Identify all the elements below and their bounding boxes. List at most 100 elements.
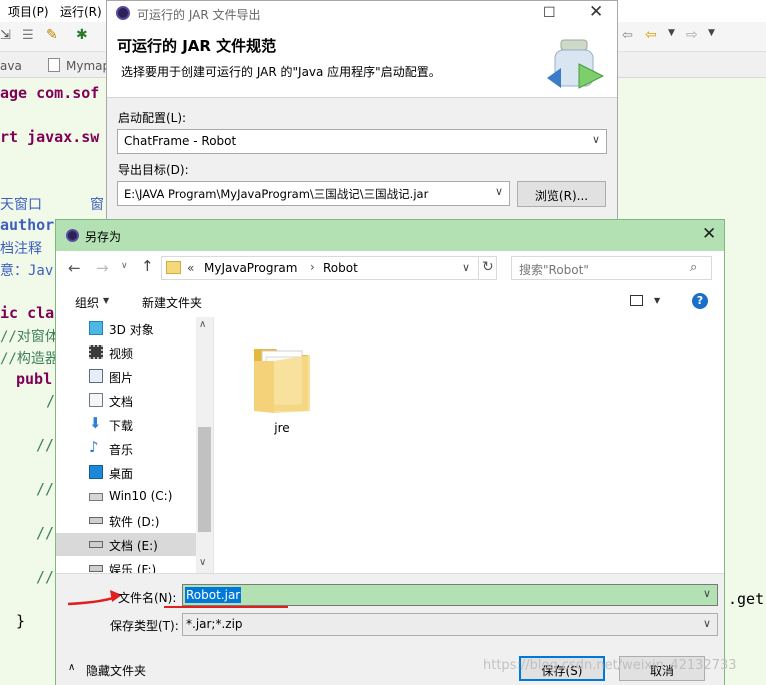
tab-java[interactable]: ava <box>0 59 22 73</box>
nav-item-label: 视频 <box>109 347 134 361</box>
launch-config-value: ChatFrame - Robot <box>124 134 237 148</box>
search-input[interactable]: 搜索"Robot" <box>519 261 589 278</box>
jar-description: 选择要用于创建可运行的 JAR 的"Java 应用程序"启动配置。 <box>121 65 441 79</box>
chevron-up-icon[interactable]: ∧ <box>68 662 75 673</box>
back-nav-icon[interactable]: ⇦ <box>622 28 633 43</box>
nav-item-label: 下载 <box>109 419 134 433</box>
jar-titlebar: 可运行的 JAR 文件导出 ☐ ✕ <box>107 1 617 26</box>
watermark: https://blog.csdn.net/weixin_42132733 <box>483 658 737 673</box>
chevron-down-icon[interactable]: ▼ <box>668 28 675 38</box>
chevron-down-icon[interactable]: ▼ <box>708 28 715 38</box>
nav-item-label: 音乐 <box>109 443 134 457</box>
nav-item-pictures[interactable]: 图片 <box>56 365 198 388</box>
back-arrow-icon[interactable]: ← <box>68 259 81 277</box>
nav-item-label: 娱乐 (F:) <box>109 563 157 573</box>
jar-header: 可运行的 JAR 文件规范 选择要用于创建可运行的 JAR 的"Java 应用程… <box>107 26 617 98</box>
export-target-label: 导出目标(D): <box>118 163 189 177</box>
nav-item-downloads[interactable]: ⬇ 下载 <box>56 413 198 436</box>
scrollbar-thumb[interactable] <box>198 427 211 532</box>
code-line: // <box>36 436 55 454</box>
nav-item-label: 文档 (E:) <box>109 539 158 553</box>
navigation-bar: ← → ∨ ↑ « MyJavaProgram › Robot ∨ ↻ 搜索"R… <box>56 251 724 287</box>
breadcrumb-myjavaprogram[interactable]: MyJavaProgram <box>204 261 297 275</box>
code-line: 意：Jav <box>0 263 54 279</box>
hide-folders-toggle[interactable]: 隐藏文件夹 <box>86 662 146 679</box>
nav-item-video[interactable]: 视频 <box>56 341 198 364</box>
launch-config-label: 启动配置(L): <box>118 111 187 125</box>
code-line: / <box>46 392 56 410</box>
save-dialog-title: 另存为 <box>85 230 122 244</box>
eclipse-logo-icon <box>116 6 130 20</box>
red-underline <box>164 606 288 608</box>
address-bar[interactable]: « MyJavaProgram › Robot ∨ ↻ <box>161 256 497 280</box>
chevron-down-icon: ∨ <box>494 185 503 198</box>
nav-item-desktop[interactable]: 桌面 <box>56 461 198 484</box>
drive-icon <box>89 541 103 548</box>
jar-heading: 可运行的 JAR 文件规范 <box>117 37 277 55</box>
nav-scrollbar[interactable]: ∧ ∨ <box>196 317 213 573</box>
close-icon[interactable]: ✕ <box>589 2 603 22</box>
nav-item-music[interactable]: ♪ 音乐 <box>56 437 198 460</box>
launch-config-select[interactable]: ChatFrame - Robot ∨ <box>117 129 607 154</box>
save-titlebar: 另存为 ✕ <box>56 220 724 251</box>
export-target-value: E:\JAVA Program\MyJavaProgram\三国战记\三国战记.… <box>124 187 429 201</box>
close-icon[interactable]: ✕ <box>702 224 716 244</box>
chevron-down-icon[interactable]: ▼ <box>654 296 660 305</box>
jar-wizard-icon <box>547 39 605 89</box>
refresh-icon[interactable]: ↻ <box>482 259 494 275</box>
breadcrumb-robot[interactable]: Robot <box>323 261 358 275</box>
code-line: age com.sof <box>0 84 100 102</box>
breadcrumb-overflow[interactable]: « <box>187 261 194 275</box>
folder-icon <box>254 349 310 413</box>
prev-edit-icon[interactable]: ⇦ <box>645 27 657 43</box>
menu-run[interactable]: 运行(R) <box>60 3 102 20</box>
scroll-down-icon[interactable]: ∨ <box>199 557 206 568</box>
chevron-down-icon[interactable]: ∨ <box>703 587 711 600</box>
nav-item-drive-f[interactable]: 娱乐 (F:) <box>56 557 198 573</box>
filetype-select[interactable]: *.jar;*.zip ∨ <box>182 613 718 636</box>
drive-icon <box>89 565 103 572</box>
browse-button[interactable]: 浏览(R)... <box>517 181 606 207</box>
tab-mymap[interactable]: Mymap <box>66 59 110 73</box>
nav-item-drive-d[interactable]: 软件 (D:) <box>56 509 198 532</box>
nav-item-3d-objects[interactable]: 3D 对象 <box>56 317 198 340</box>
view-options-icon[interactable] <box>630 295 643 306</box>
forward-arrow-icon[interactable]: → <box>96 259 109 277</box>
chevron-down-icon: ∨ <box>591 133 600 146</box>
new-folder-button[interactable]: 新建文件夹 <box>142 294 202 311</box>
debug-icon[interactable]: ✱ <box>76 27 88 43</box>
folder-item-jre[interactable]: jre <box>244 331 320 441</box>
toolbar-icon[interactable]: ☰ <box>22 28 34 43</box>
maximize-icon[interactable]: ☐ <box>543 5 556 21</box>
nav-item-drive-c[interactable]: Win10 (C:) <box>56 485 198 508</box>
chevron-down-icon: ▼ <box>103 296 110 305</box>
help-icon[interactable]: ? <box>692 293 708 309</box>
nav-item-drive-e[interactable]: 文档 (E:) <box>56 533 198 556</box>
search-box[interactable]: 搜索"Robot" ⌕ <box>511 256 712 280</box>
chevron-right-icon: › <box>310 260 315 274</box>
up-arrow-icon[interactable]: ↑ <box>141 257 154 275</box>
navigation-pane: 3D 对象 视频 图片 文档 ⬇ 下载 ♪ 音乐 桌面 Win10 (C:) 软… <box>56 317 213 573</box>
nav-item-label: 桌面 <box>109 467 134 481</box>
chevron-down-icon[interactable]: ∨ <box>462 261 470 274</box>
nav-item-documents[interactable]: 文档 <box>56 389 198 412</box>
code-line: 天窗口 <box>0 197 42 213</box>
organize-button[interactable]: 组织 <box>75 294 99 311</box>
jar-export-dialog: 可运行的 JAR 文件导出 ☐ ✕ 可运行的 JAR 文件规范 选择要用于创建可… <box>106 0 618 220</box>
filetype-value: *.jar;*.zip <box>186 617 243 631</box>
toolbar-icon[interactable]: ✎ <box>46 27 58 43</box>
filename-label: 文件名(N): <box>118 591 177 605</box>
filename-input[interactable]: Robot.jar ∨ <box>182 584 718 606</box>
toolbar-icon[interactable]: ⇲ <box>0 28 11 43</box>
recent-locations-icon[interactable]: ∨ <box>121 261 128 271</box>
file-icon <box>48 58 60 72</box>
scroll-up-icon[interactable]: ∧ <box>199 319 206 330</box>
video-icon <box>89 345 103 359</box>
export-target-combo[interactable]: E:\JAVA Program\MyJavaProgram\三国战记\三国战记.… <box>117 181 510 206</box>
nav-item-label: 3D 对象 <box>109 323 154 337</box>
3d-objects-icon <box>89 321 103 335</box>
nav-item-label: Win10 (C:) <box>109 489 173 503</box>
code-line: // <box>36 568 55 586</box>
menu-project[interactable]: 项目(P) <box>8 3 49 20</box>
forward-nav-icon[interactable]: ⇨ <box>686 27 698 43</box>
